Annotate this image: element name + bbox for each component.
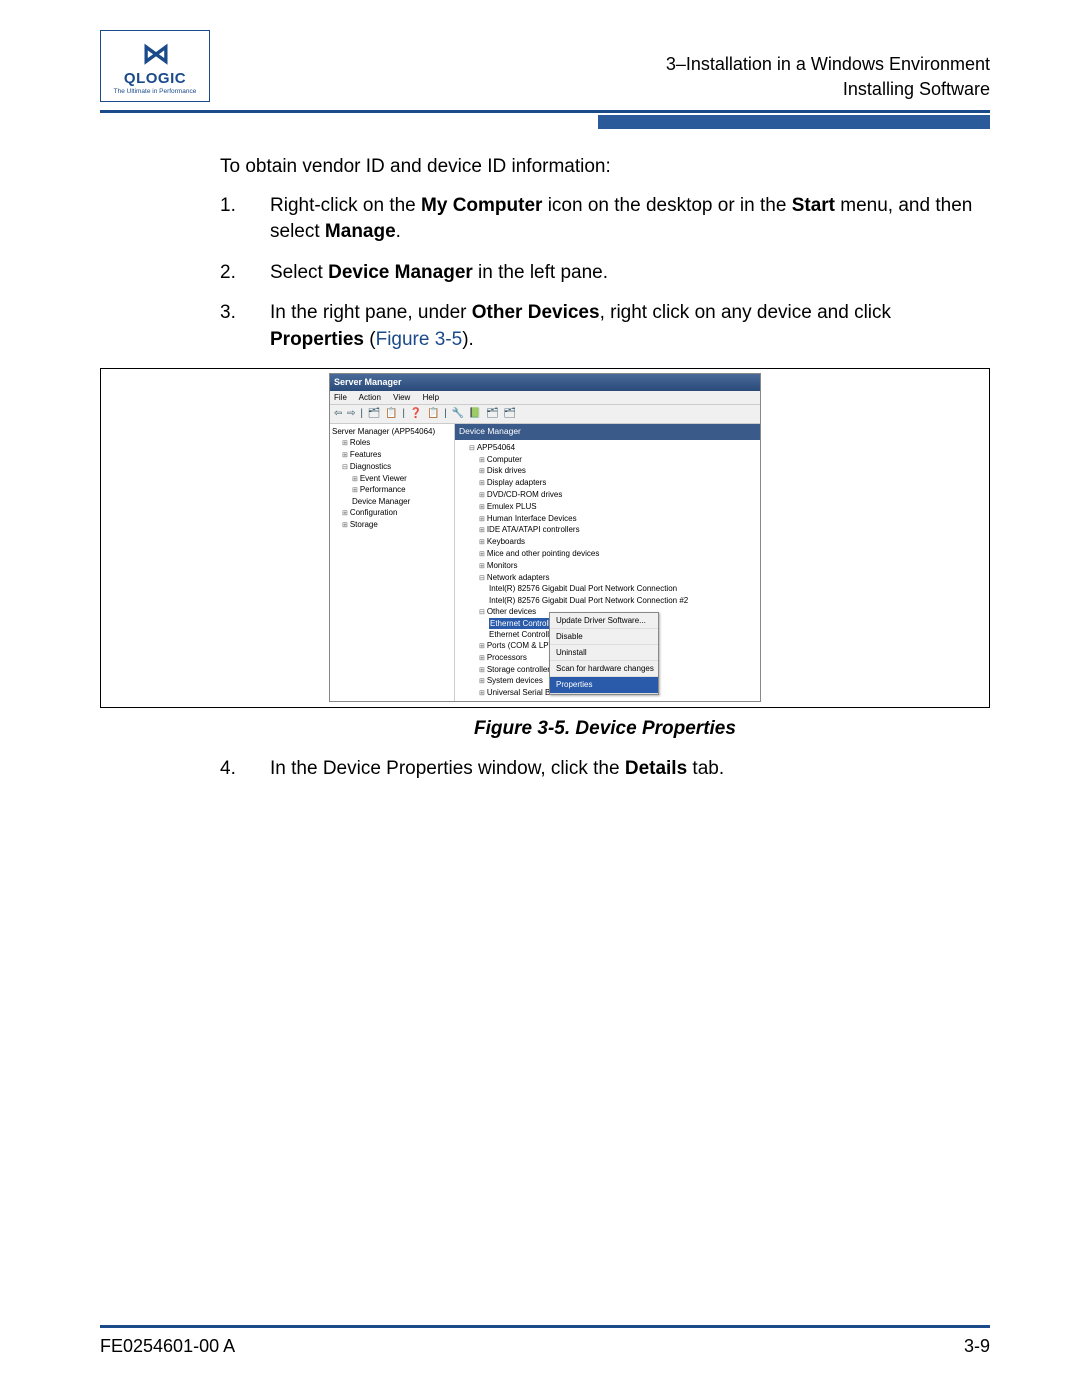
dev-ethernet-controller-selected[interactable]: Ethernet Controller	[489, 618, 558, 629]
logo-brand: QLOGIC	[124, 70, 186, 87]
dev-node[interactable]: Human Interface Devices	[487, 514, 577, 523]
header-text: 3–Installation in a Windows Environment …	[666, 52, 990, 102]
dev-netadapter[interactable]: Intel(R) 82576 Gigabit Dual Port Network…	[459, 595, 756, 606]
dev-node[interactable]: DVD/CD-ROM drives	[487, 490, 563, 499]
left-tree: Server Manager (APP54064) ⊞ Roles ⊞ Feat…	[330, 424, 455, 701]
dev-root[interactable]: APP54064	[477, 443, 515, 452]
dev-node[interactable]: Computer	[487, 455, 522, 464]
dev-netadapter[interactable]: Intel(R) 82576 Gigabit Dual Port Network…	[459, 583, 756, 594]
dev-node[interactable]: Display adapters	[487, 478, 547, 487]
steps-list: 1. Right-click on the My Computer icon o…	[220, 193, 990, 354]
step-text: In the Device Properties window, click t…	[270, 756, 990, 783]
steps-list-continued: 4. In the Device Properties window, clic…	[220, 756, 990, 783]
dev-network-adapters[interactable]: Network adapters	[487, 573, 550, 582]
step-1: 1. Right-click on the My Computer icon o…	[220, 193, 990, 246]
tree-diagnostics[interactable]: Diagnostics	[350, 462, 391, 471]
dev-node[interactable]: Keyboards	[487, 537, 525, 546]
window-title: Server Manager	[330, 374, 760, 391]
header-line1: 3–Installation in a Windows Environment	[666, 52, 990, 77]
dev-node[interactable]: Ports (COM & LPT)	[487, 641, 556, 650]
tree-performance[interactable]: Performance	[360, 485, 406, 494]
logo-icon: ⋈	[142, 37, 168, 70]
step-number: 4.	[220, 756, 270, 783]
footer-docnum: FE0254601-00 A	[100, 1336, 235, 1357]
step-number: 3.	[220, 300, 270, 353]
dev-node[interactable]: Storage controllers	[487, 665, 554, 674]
tree-features[interactable]: Features	[350, 450, 382, 459]
ctx-properties[interactable]: Properties	[550, 677, 658, 693]
ctx-disable[interactable]: Disable	[550, 629, 658, 645]
step-number: 1.	[220, 193, 270, 246]
ctx-update-driver[interactable]: Update Driver Software...	[550, 613, 658, 629]
step-4: 4. In the Device Properties window, clic…	[220, 756, 990, 783]
dev-node[interactable]: Emulex PLUS	[487, 502, 537, 511]
tree-configuration[interactable]: Configuration	[350, 508, 398, 517]
ctx-uninstall[interactable]: Uninstall	[550, 645, 658, 661]
intro-text: To obtain vendor ID and device ID inform…	[220, 154, 990, 181]
right-pane: Device Manager ⊟ APP54064 ⊞ Computer ⊞ D…	[455, 424, 760, 701]
tree-event-viewer[interactable]: Event Viewer	[360, 474, 407, 483]
dev-other-devices[interactable]: Other devices	[487, 607, 536, 616]
page-footer: FE0254601-00 A 3-9	[100, 1325, 990, 1357]
step-3: 3. In the right pane, under Other Device…	[220, 300, 990, 353]
step-number: 2.	[220, 260, 270, 287]
dev-node[interactable]: IDE ATA/ATAPI controllers	[487, 525, 580, 534]
menu-bar: File Action View Help	[330, 391, 760, 405]
dev-node[interactable]: Disk drives	[487, 466, 526, 475]
dev-node[interactable]: Mice and other pointing devices	[487, 549, 600, 558]
toolbar: ⇦ ⇨ | 🗂 📋 | ❓ 📋 | 🔧 📗 🗂 🗂	[330, 405, 760, 424]
step-text: Select Device Manager in the left pane.	[270, 260, 990, 287]
context-menu: Update Driver Software... Disable Uninst…	[549, 612, 659, 695]
figure-caption: Figure 3-5. Device Properties	[220, 716, 990, 743]
menu-file[interactable]: File	[334, 393, 347, 402]
figure-link[interactable]: Figure 3-5	[376, 329, 463, 350]
right-pane-title: Device Manager	[455, 424, 760, 440]
dev-node[interactable]: Processors	[487, 653, 527, 662]
menu-help[interactable]: Help	[423, 393, 439, 402]
logo-tagline: The Ultimate in Performance	[114, 88, 197, 95]
menu-action[interactable]: Action	[359, 393, 381, 402]
tree-storage[interactable]: Storage	[350, 520, 378, 529]
tree-roles[interactable]: Roles	[350, 438, 370, 447]
step-2: 2. Select Device Manager in the left pan…	[220, 260, 990, 287]
header-line2: Installing Software	[666, 77, 990, 102]
ctx-scan[interactable]: Scan for hardware changes	[550, 661, 658, 677]
page-content: To obtain vendor ID and device ID inform…	[100, 154, 990, 783]
dev-node[interactable]: System devices	[487, 676, 543, 685]
page-header: ⋈ QLOGIC The Ultimate in Performance 3–I…	[100, 30, 990, 113]
header-accent-bar	[598, 115, 990, 129]
step-text: In the right pane, under Other Devices, …	[270, 300, 990, 353]
brand-logo: ⋈ QLOGIC The Ultimate in Performance	[100, 30, 210, 102]
server-manager-window: Server Manager File Action View Help ⇦ ⇨…	[329, 373, 761, 702]
tree-device-manager[interactable]: Device Manager	[332, 496, 452, 507]
menu-view[interactable]: View	[393, 393, 410, 402]
figure-3-5: Server Manager File Action View Help ⇦ ⇨…	[100, 368, 990, 708]
tree-root[interactable]: Server Manager (APP54064)	[332, 426, 452, 437]
footer-pagenum: 3-9	[964, 1336, 990, 1357]
step-text: Right-click on the My Computer icon on t…	[270, 193, 990, 246]
dev-node[interactable]: Monitors	[487, 561, 518, 570]
